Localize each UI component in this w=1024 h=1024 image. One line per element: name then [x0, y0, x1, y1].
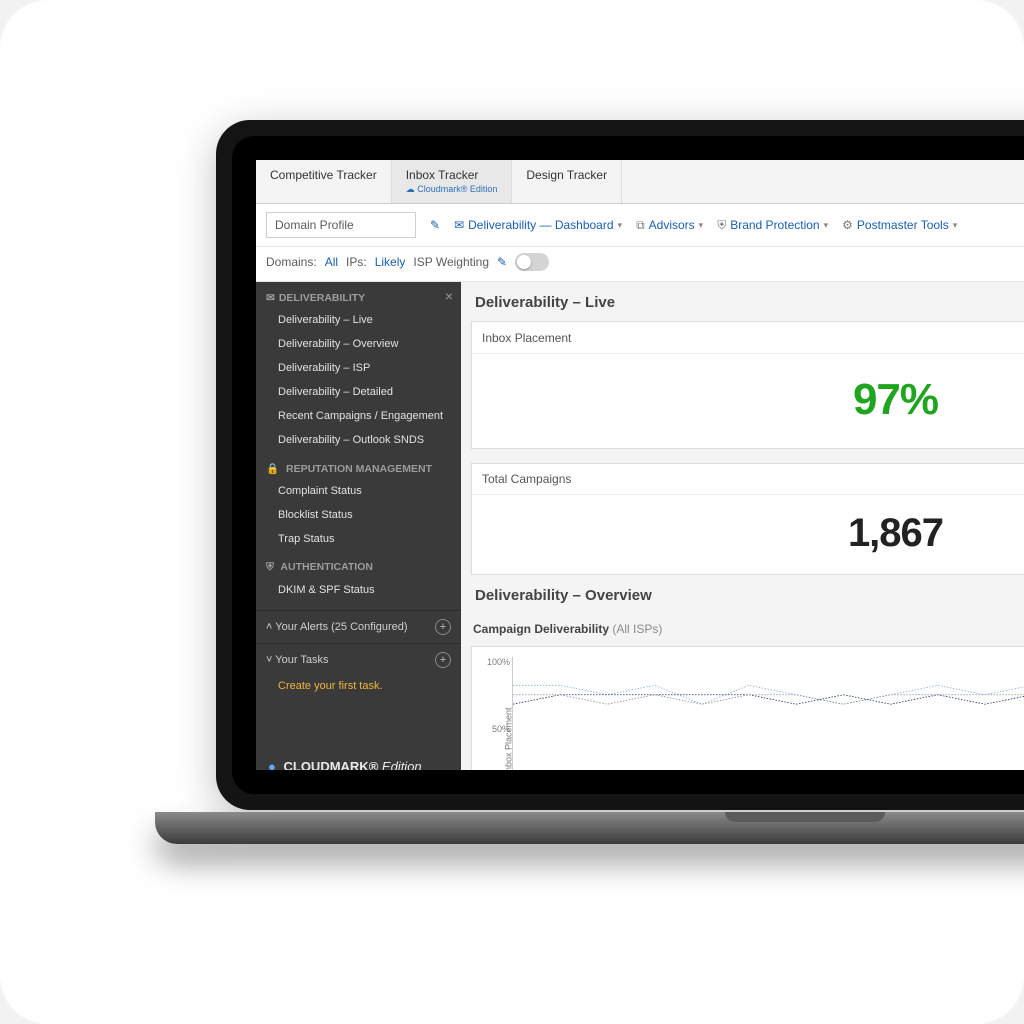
add-alert-icon[interactable]: + [435, 619, 451, 635]
section-title-overview: Deliverability – Overview [471, 575, 1024, 614]
sidebar-item-deliv-isp[interactable]: Deliverability – ISP [256, 356, 461, 380]
advisors-icon: ⧉ [636, 218, 645, 233]
main-content: Deliverability – Live Inbox Placement ⧨ … [461, 282, 1024, 770]
sidebar-item-blocklist[interactable]: Blocklist Status [256, 503, 461, 527]
sidebar-item-recent-campaigns[interactable]: Recent Campaigns / Engagement [256, 404, 461, 428]
card-inbox-placement-label: Inbox Placement [482, 331, 571, 345]
ips-label: IPs: [346, 255, 367, 269]
sidebar-item-trap[interactable]: Trap Status [256, 527, 461, 551]
sidebar-item-dkim-spf[interactable]: DKIM & SPF Status [256, 578, 461, 602]
tab-inbox[interactable]: Inbox Tracker ☁ Cloudmark® Edition [392, 160, 513, 203]
sidebar-section-reputation: 🔒 REPUTATION MANAGEMENT [256, 452, 461, 479]
chevron-down-icon: ˅ [266, 654, 272, 666]
sidebar-close-icon[interactable]: × [445, 288, 453, 304]
card-inbox-placement: Inbox Placement ⧨ 97% [471, 321, 1024, 449]
chart-y-ticks: 100%50%0% [486, 657, 510, 770]
card-total-campaigns: Total Campaigns 1,867 [471, 463, 1024, 575]
sidebar-item-complaint[interactable]: Complaint Status [256, 479, 461, 503]
tab-design[interactable]: Design Tracker [512, 160, 622, 203]
sidebar-section-auth: ⛨ AUTHENTICATION [256, 551, 461, 578]
sidebar-item-deliv-detailed[interactable]: Deliverability – Detailed [256, 380, 461, 404]
sidebar-item-deliv-overview[interactable]: Deliverability – Overview [256, 332, 461, 356]
chart-plot-area[interactable] [512, 657, 1024, 770]
domain-profile-input[interactable] [266, 212, 416, 238]
app-screen: Competitive Tracker Inbox Tracker ☁ Clou… [256, 160, 1024, 770]
ips-value[interactable]: Likely [375, 255, 406, 269]
sidebar-tasks[interactable]: ˅ Your Tasks + [256, 643, 461, 676]
tab-inbox-sublabel: ☁ Cloudmark® Edition [406, 184, 498, 195]
chart-campaign-deliverability: ≡⟶ Inbox Placement 100%50%0% 20. Sep22. … [471, 646, 1024, 770]
domains-label: Domains: [266, 255, 317, 269]
filter-bar: Domains: All IPs: Likely ISP Weighting ✎ [256, 247, 1024, 282]
sidebar-item-outlook-snds[interactable]: Deliverability – Outlook SNDS [256, 428, 461, 452]
shield-icon: ⛨ [717, 218, 726, 233]
add-task-icon[interactable]: + [435, 652, 451, 668]
tab-inbox-label: Inbox Tracker [406, 168, 479, 182]
envelope-icon: ✉ [266, 292, 275, 304]
laptop-frame: Competitive Tracker Inbox Tracker ☁ Clou… [216, 120, 1024, 810]
chevron-up-icon: ˄ [266, 621, 272, 633]
sidebar-item-deliv-live[interactable]: Deliverability – Live [256, 308, 461, 332]
create-task-link[interactable]: Create your first task. [256, 676, 461, 704]
laptop-base [155, 812, 1024, 844]
sidebar-footer: ● CLOUDMARK® Edition [256, 749, 461, 770]
section-title-live: Deliverability – Live [471, 282, 1024, 321]
menu-advisors[interactable]: ⧉ Advisors ▾ [636, 218, 703, 233]
isp-weighting-label: ISP Weighting [413, 255, 489, 269]
total-campaigns-value: 1,867 [848, 511, 943, 556]
shield-icon: ⛨ [266, 561, 274, 573]
cloudmark-dot-icon: ● [268, 759, 276, 770]
isp-weighting-toggle[interactable] [515, 253, 549, 271]
chevron-down-icon: ▾ [618, 220, 623, 231]
chart-title: Campaign Deliverability (All ISPs) [471, 614, 1024, 646]
top-tabs: Competitive Tracker Inbox Tracker ☁ Clou… [256, 160, 1024, 204]
menu-deliverability[interactable]: ✉ Deliverability — Dashboard ▾ [454, 218, 622, 232]
tab-competitive[interactable]: Competitive Tracker [256, 160, 392, 203]
sidebar-section-deliverability: ✉DELIVERABILITY [256, 282, 461, 308]
tools-icon: ⚙ [842, 218, 853, 232]
menu-brand-protection[interactable]: ⛨ Brand Protection ▾ [717, 218, 828, 233]
domains-value[interactable]: All [325, 255, 338, 269]
card-total-campaigns-label: Total Campaigns [482, 472, 571, 486]
lock-icon: 🔒 [266, 463, 279, 475]
edit-icon[interactable]: ✎ [430, 218, 440, 232]
menu-postmaster[interactable]: ⚙ Postmaster Tools ▾ [842, 218, 957, 232]
sidebar-alerts[interactable]: ˄ Your Alerts (25 Configured) + [256, 610, 461, 643]
sidebar: × ✉DELIVERABILITY Deliverability – Live … [256, 282, 461, 770]
isp-weighting-edit-icon[interactable]: ✎ [497, 255, 507, 269]
toolbar: ✎ ✉ Deliverability — Dashboard ▾ ⧉ Advis… [256, 204, 1024, 247]
inbox-placement-value: 97% [853, 375, 938, 425]
